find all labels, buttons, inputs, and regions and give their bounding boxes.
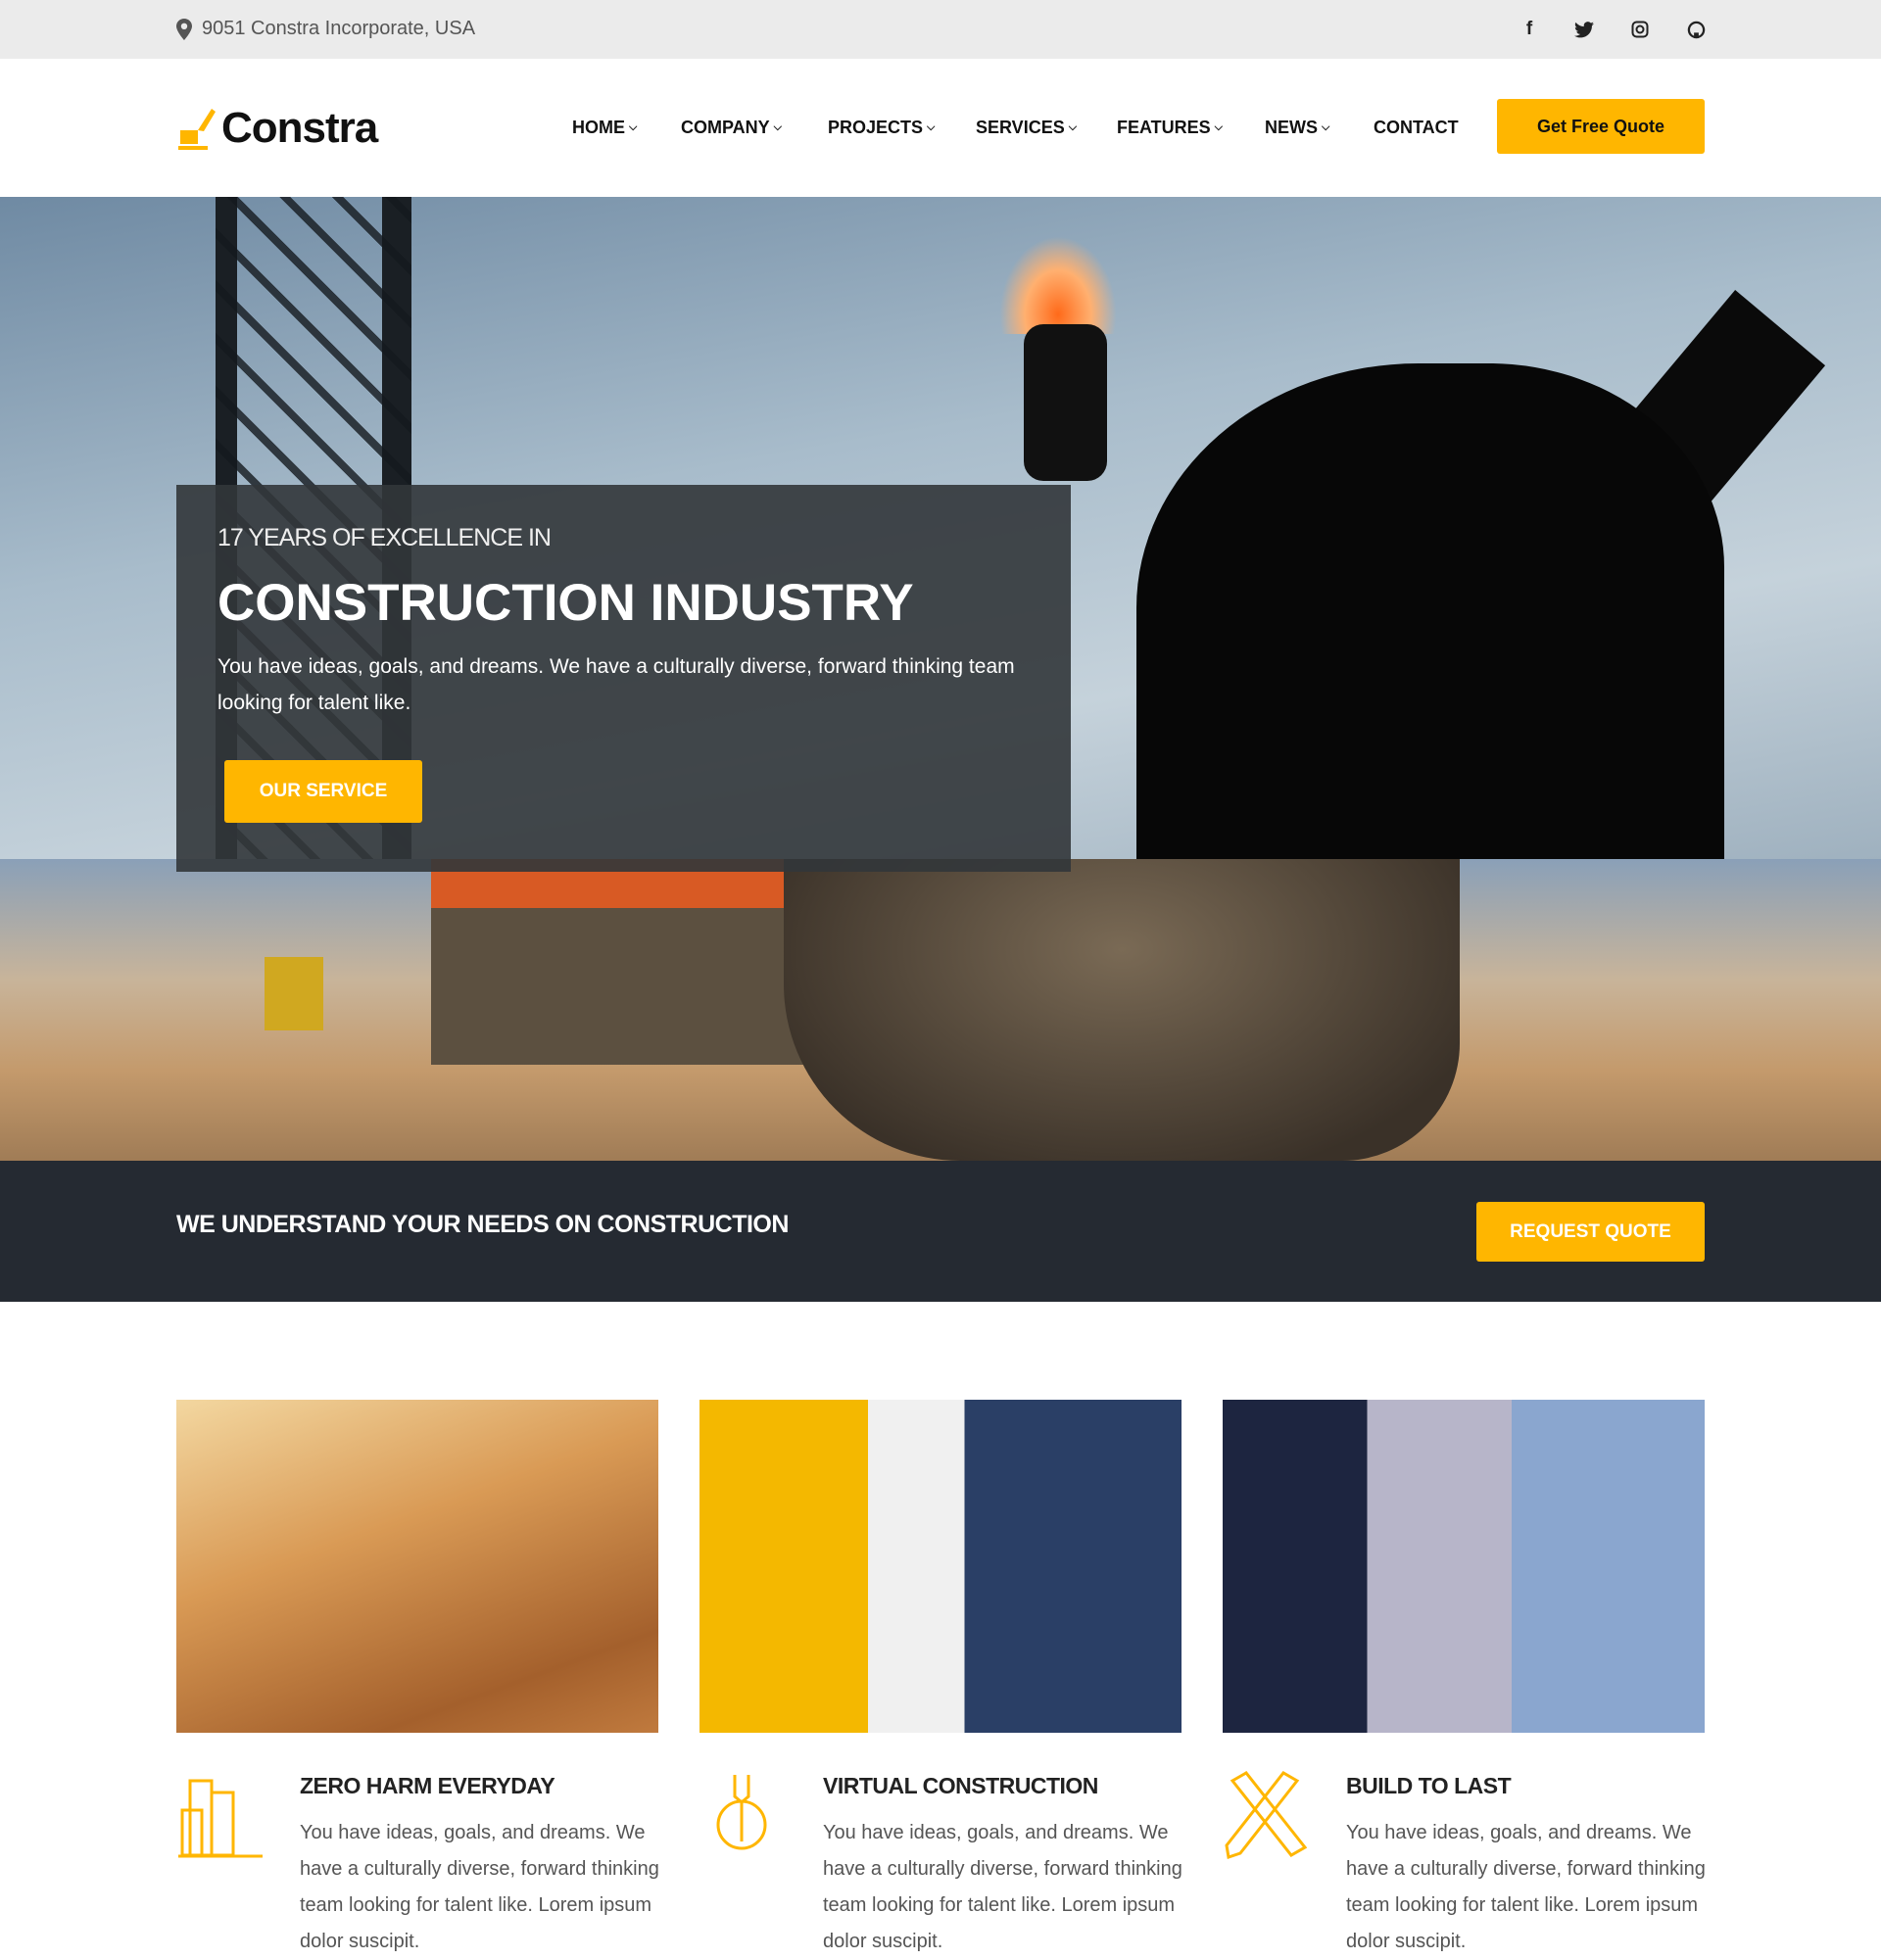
instagram-icon[interactable] <box>1628 18 1652 41</box>
feature-text: You have ideas, goals, and dreams. We ha… <box>823 1822 1182 1952</box>
nav-company[interactable]: COMPANY ⌵ <box>681 118 782 138</box>
feature-title: BUILD TO LAST <box>1346 1773 1512 1798</box>
twitter-icon[interactable] <box>1572 18 1596 41</box>
address-text: 9051 Constra Incorporate, USA <box>202 18 476 39</box>
excavator-logo-icon <box>178 109 216 150</box>
chevron-down-icon: ⌵ <box>1322 121 1330 133</box>
github-icon[interactable] <box>1684 18 1708 41</box>
cta-text: WE UNDERSTAND YOUR NEEDS ON CONSTRUCTION <box>176 1211 789 1238</box>
chevron-down-icon: ⌵ <box>629 121 638 133</box>
logo[interactable]: Constra <box>176 104 378 153</box>
feature-title: VIRTUAL CONSTRUCTION <box>823 1773 1098 1798</box>
feature-title: ZERO HARM EVERYDAY <box>300 1773 555 1798</box>
chevron-down-icon: ⌵ <box>1068 121 1078 133</box>
wrench-gear-icon <box>716 1775 767 1850</box>
nav-services[interactable]: SERVICES ⌵ <box>976 118 1077 138</box>
request-quote-button[interactable]: REQUEST QUOTE <box>1476 1202 1705 1262</box>
feature-image-tools <box>699 1400 1182 1733</box>
location-pin-icon <box>176 18 192 40</box>
chevron-down-icon: ⌵ <box>927 121 936 133</box>
nav-features[interactable]: FEATURES ⌵ <box>1117 118 1223 138</box>
hero-text: You have ideas, goals, and dreams. We ha… <box>217 655 1015 714</box>
facebook-icon[interactable]: f <box>1518 18 1541 41</box>
our-service-button[interactable]: OUR SERVICE <box>224 760 422 823</box>
address: 9051 Constra Incorporate, USA <box>176 18 475 40</box>
feature-image-handshake <box>1223 1400 1705 1733</box>
chevron-down-icon: ⌵ <box>1214 121 1224 133</box>
nav-contact[interactable]: CONTACT <box>1374 118 1459 138</box>
hero-subtitle: 17 YEARS OF EXCELLENCE IN <box>217 524 552 551</box>
excavator-image <box>0 859 1881 1161</box>
logo-text: Constra <box>221 104 378 152</box>
hero-title: CONSTRUCTION INDUSTRY <box>217 574 914 632</box>
feature-text: You have ideas, goals, and dreams. We ha… <box>1346 1822 1706 1952</box>
feature-text: You have ideas, goals, and dreams. We ha… <box>300 1822 659 1952</box>
chevron-down-icon: ⌵ <box>773 121 783 133</box>
buildings-icon <box>178 1779 263 1858</box>
nav-news[interactable]: NEWS ⌵ <box>1265 118 1329 138</box>
ruler-pencil-icon <box>1225 1771 1307 1859</box>
get-free-quote-button[interactable]: Get Free Quote <box>1497 99 1705 154</box>
nav-home[interactable]: HOME ⌵ <box>572 118 637 138</box>
nav-projects[interactable]: PROJECTS ⌵ <box>828 118 935 138</box>
feature-image-loader <box>176 1400 658 1733</box>
